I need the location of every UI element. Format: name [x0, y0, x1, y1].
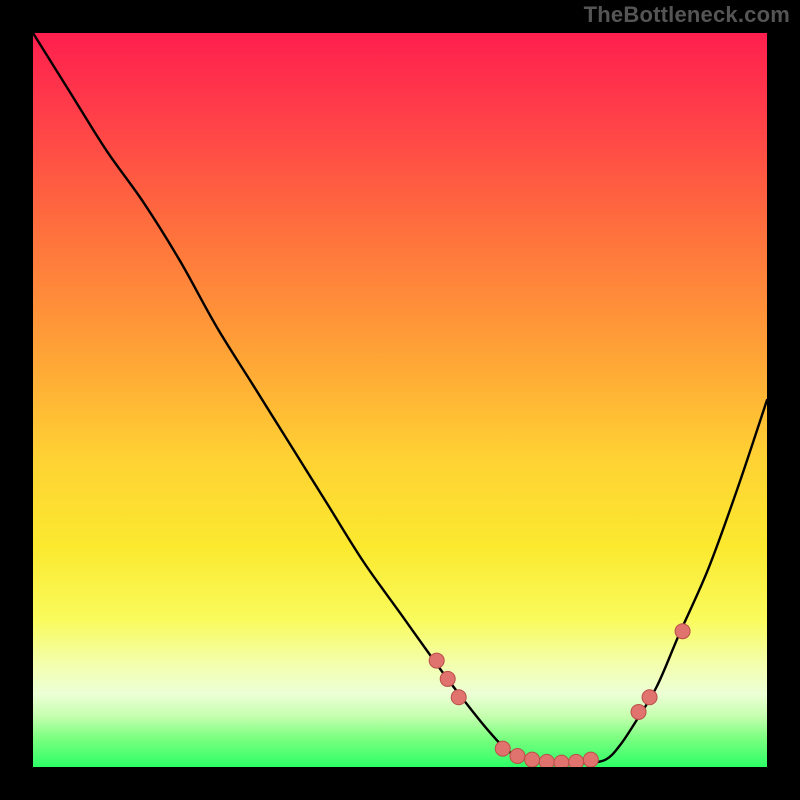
curve-marker — [569, 754, 584, 767]
curve-marker — [510, 748, 525, 763]
chart-frame: TheBottleneck.com — [0, 0, 800, 800]
curve-markers — [429, 624, 690, 767]
plot-area — [33, 33, 767, 767]
curve-marker — [440, 671, 455, 686]
curve-marker — [429, 653, 444, 668]
curve-marker — [583, 752, 598, 767]
attribution-label: TheBottleneck.com — [584, 2, 790, 28]
bottleneck-curve-svg — [33, 33, 767, 767]
curve-marker — [495, 741, 510, 756]
curve-marker — [642, 690, 657, 705]
bottleneck-curve — [33, 33, 767, 764]
curve-marker — [525, 752, 540, 767]
curve-marker — [675, 624, 690, 639]
curve-marker — [451, 690, 466, 705]
curve-marker — [554, 755, 569, 767]
curve-marker — [631, 704, 646, 719]
curve-marker — [539, 754, 554, 767]
